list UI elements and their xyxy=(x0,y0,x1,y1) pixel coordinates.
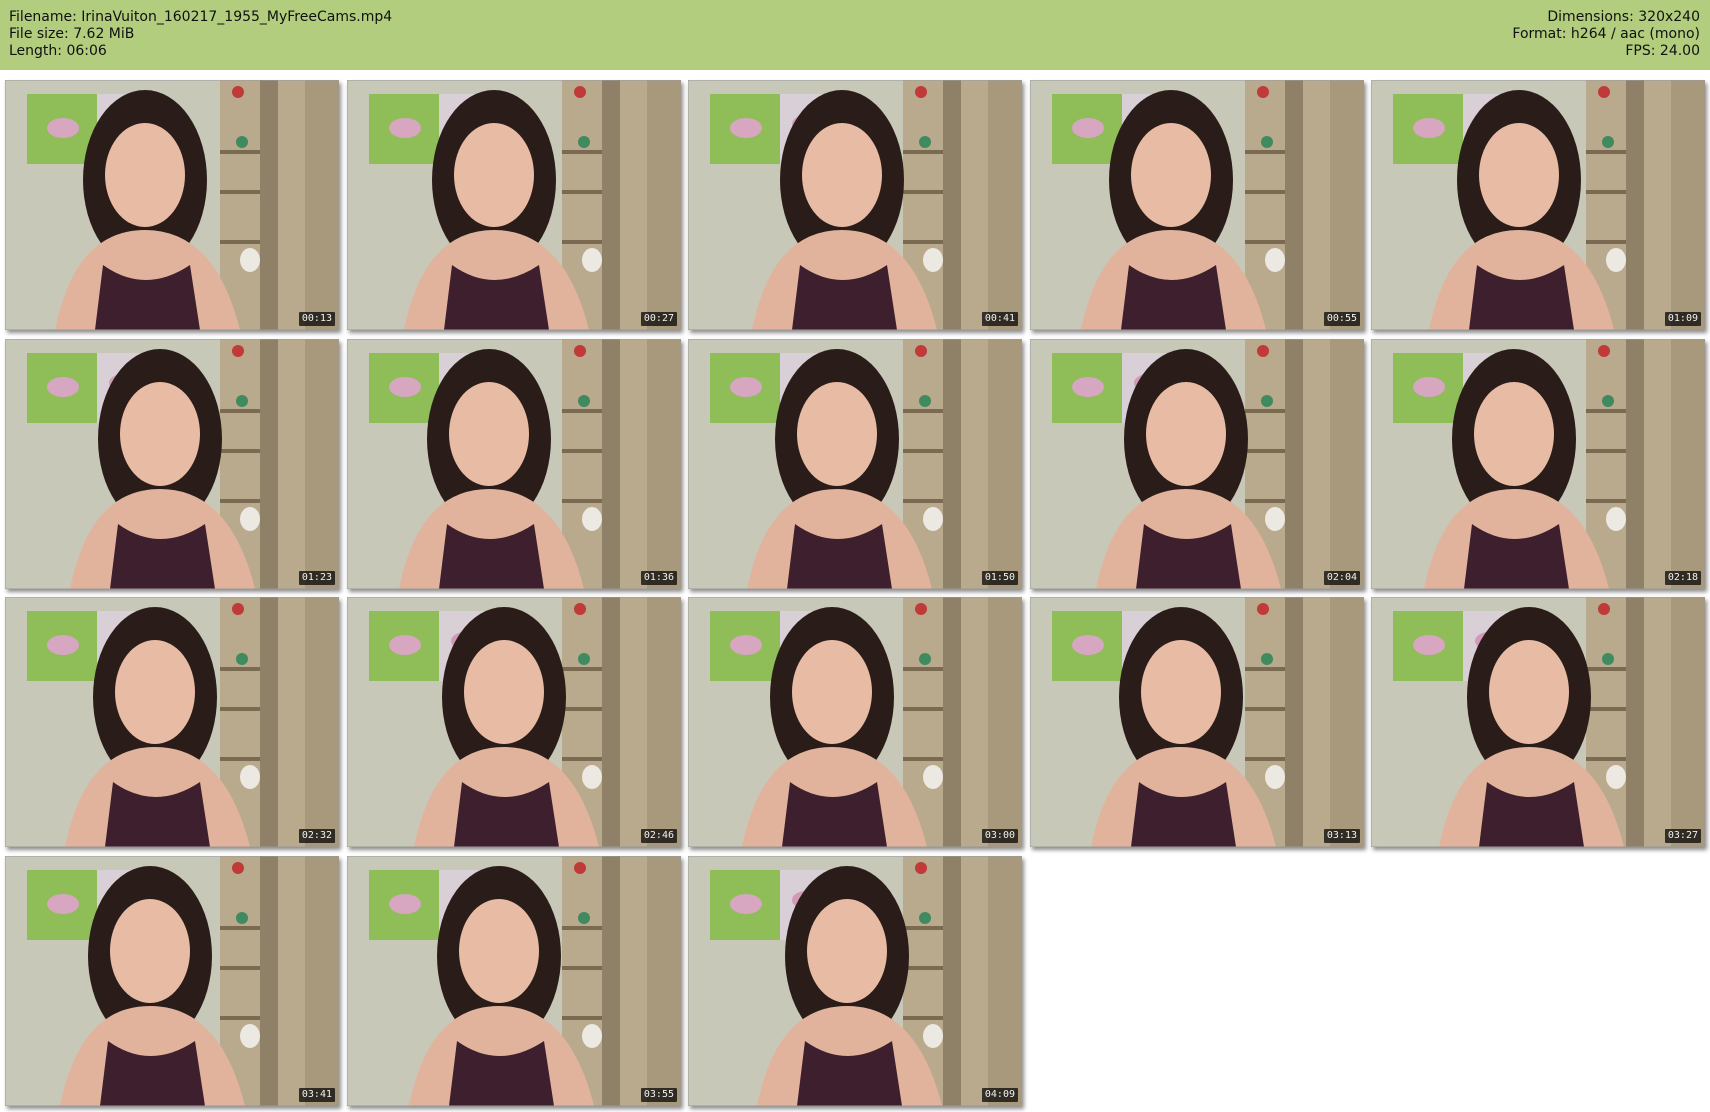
frame-image xyxy=(347,856,681,1106)
timestamp-badge: 01:50 xyxy=(981,571,1018,585)
timestamp-badge: 03:55 xyxy=(640,1088,677,1102)
video-thumbnail[interactable]: 03:13 xyxy=(1030,597,1364,847)
frame-image xyxy=(1371,80,1705,330)
video-thumbnail[interactable]: 00:27 xyxy=(347,80,681,330)
timestamp-badge: 03:13 xyxy=(1323,829,1360,843)
frame-image xyxy=(347,597,681,847)
frame-image xyxy=(347,80,681,330)
timestamp-badge: 00:13 xyxy=(298,312,335,326)
video-thumbnail[interactable]: 04:09 xyxy=(688,856,1022,1106)
video-thumbnail[interactable]: 00:41 xyxy=(688,80,1022,330)
video-thumbnail[interactable]: 02:32 xyxy=(5,597,339,847)
video-thumbnail[interactable]: 02:46 xyxy=(347,597,681,847)
timestamp-badge: 02:18 xyxy=(1664,571,1701,585)
timestamp-badge: 04:09 xyxy=(981,1088,1018,1102)
timestamp-badge: 02:04 xyxy=(1323,571,1360,585)
frame-image xyxy=(1030,339,1364,589)
frame-image xyxy=(1030,597,1364,847)
timestamp-badge: 01:09 xyxy=(1664,312,1701,326)
frame-image xyxy=(5,856,339,1106)
frame-image xyxy=(1030,80,1364,330)
timestamp-badge: 02:32 xyxy=(298,829,335,843)
frame-image xyxy=(5,597,339,847)
timestamp-badge: 02:46 xyxy=(640,829,677,843)
file-info-left: Filename: IrinaVuiton_160217_1955_MyFree… xyxy=(9,9,392,60)
file-info-right: Dimensions: 320x240 Format: h264 / aac (… xyxy=(1512,9,1700,60)
video-thumbnail[interactable]: 01:36 xyxy=(347,339,681,589)
timestamp-badge: 01:36 xyxy=(640,571,677,585)
frame-image xyxy=(688,339,1022,589)
frame-image xyxy=(5,80,339,330)
video-thumbnail[interactable]: 02:04 xyxy=(1030,339,1364,589)
frame-image xyxy=(5,339,339,589)
video-thumbnail[interactable]: 01:50 xyxy=(688,339,1022,589)
video-thumbnail[interactable]: 01:09 xyxy=(1371,80,1705,330)
frame-image xyxy=(688,597,1022,847)
video-thumbnail[interactable]: 03:55 xyxy=(347,856,681,1106)
frame-image xyxy=(1371,339,1705,589)
length-text: Length: 06:06 xyxy=(9,43,107,59)
video-thumbnail[interactable]: 01:23 xyxy=(5,339,339,589)
video-thumbnail[interactable]: 00:55 xyxy=(1030,80,1364,330)
timestamp-badge: 03:27 xyxy=(1664,829,1701,843)
timestamp-badge: 03:00 xyxy=(981,829,1018,843)
video-thumbnail[interactable]: 03:00 xyxy=(688,597,1022,847)
frame-image xyxy=(688,856,1022,1106)
timestamp-badge: 00:27 xyxy=(640,312,677,326)
filesize-text: File size: 7.62 MiB xyxy=(9,26,135,42)
dimensions-text: Dimensions: 320x240 xyxy=(1547,9,1700,25)
fps-text: FPS: 24.00 xyxy=(1625,43,1700,59)
video-thumbnail[interactable]: 02:18 xyxy=(1371,339,1705,589)
frame-image xyxy=(688,80,1022,330)
frame-image xyxy=(1371,597,1705,847)
timestamp-badge: 00:55 xyxy=(1323,312,1360,326)
filename-text: Filename: IrinaVuiton_160217_1955_MyFree… xyxy=(9,9,393,25)
timestamp-badge: 01:23 xyxy=(298,571,335,585)
video-thumbnail[interactable]: 03:27 xyxy=(1371,597,1705,847)
video-thumbnail[interactable]: 03:41 xyxy=(5,856,339,1106)
format-text: Format: h264 / aac (mono) xyxy=(1512,26,1700,42)
frame-image xyxy=(347,339,681,589)
timestamp-badge: 00:41 xyxy=(981,312,1018,326)
timestamp-badge: 03:41 xyxy=(298,1088,335,1102)
video-thumbnail[interactable]: 00:13 xyxy=(5,80,339,330)
info-header: Filename: IrinaVuiton_160217_1955_MyFree… xyxy=(0,0,1710,70)
